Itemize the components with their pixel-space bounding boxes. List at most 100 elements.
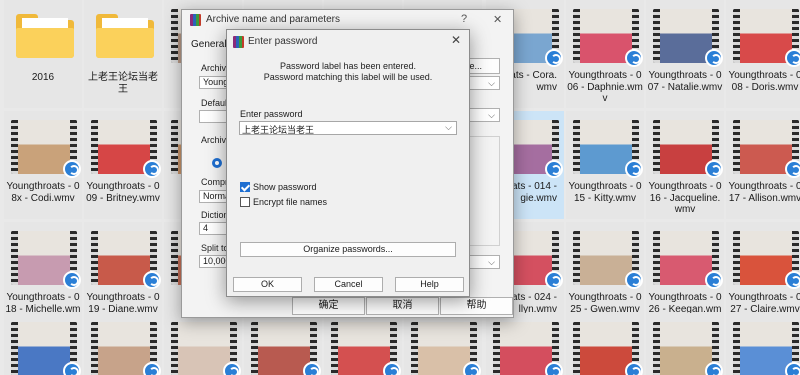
split-label: Split to [201,243,229,253]
film-strip-left [573,231,580,285]
film-strip-left [573,120,580,174]
film-strip-left [653,322,660,375]
file-item[interactable]: Youngthroats - 015 - Kitty.wmv [566,111,644,219]
default-profile-field[interactable] [199,110,229,123]
ok-button[interactable]: 确定 [292,297,365,315]
winrar-icon [233,36,244,48]
media-player-icon [223,362,241,375]
media-player-icon [545,271,563,289]
ok-button[interactable]: OK [233,277,302,292]
media-player-icon [705,362,723,375]
cancel-button[interactable]: 取消 [366,297,439,315]
film-strip-left [573,9,580,63]
help-icon[interactable]: ? [461,13,467,25]
thumbnail-image [580,120,632,174]
password-input[interactable]: 上老王论坛当老王 ⌵ [239,121,457,135]
chevron-down-icon: ⌵ [488,78,495,88]
show-password-option[interactable]: Show password [240,181,317,193]
thumbnail-image [98,120,150,174]
tab-general[interactable]: General [191,39,227,50]
film-strip-left [653,120,660,174]
thumbnail-image [740,322,792,375]
close-icon[interactable]: ✕ [493,13,502,26]
media-player-icon [143,362,161,375]
file-item[interactable] [324,313,402,375]
thumbnail-image [178,322,230,375]
media-player-icon [705,49,723,67]
archive-dialog-title: Archive name and parameters [206,14,340,25]
file-name: Youngthroats - 009 - Britney.wmv [86,181,160,204]
file-item[interactable] [164,313,242,375]
media-player-icon [625,271,643,289]
file-item[interactable] [4,313,82,375]
media-player-icon [143,160,161,178]
organize-passwords-button[interactable]: Organize passwords... [240,242,456,257]
media-player-icon [545,49,563,67]
media-player-icon [463,362,481,375]
thumbnail-image [258,322,310,375]
thumbnail-image [98,231,150,285]
thumbnail-image [580,9,632,63]
file-item[interactable] [566,313,644,375]
chevron-down-icon[interactable]: ⌵ [445,122,452,133]
compression-select[interactable]: Norma [199,190,229,203]
thumbnail-image [660,9,712,63]
file-item[interactable] [84,313,162,375]
thumbnail-image [740,9,792,63]
media-player-icon [143,271,161,289]
folder-item[interactable]: 2016 [4,0,82,108]
file-name: Youngthroats - 017 - Allison.wmv [728,181,800,204]
film-strip-left [653,9,660,63]
film-strip-left [91,120,98,174]
thumbnail-image [418,322,470,375]
split-volumes-field[interactable]: 10,000 [199,255,229,268]
film-strip-left [653,231,660,285]
file-item[interactable]: Youngthroats - 006 - Daphnie.wmv [566,0,644,108]
media-player-icon [63,271,81,289]
file-item[interactable] [486,313,564,375]
file-item[interactable]: Youngthroats - 016 - Jacqueline.wmv [646,111,724,219]
file-name: Youngthroats - 027 - Claire.wmv [728,292,800,315]
file-name: Youngthroats - 016 - Jacqueline.wmv [648,181,722,215]
archive-format-radio[interactable] [212,158,222,168]
file-item[interactable] [646,313,724,375]
media-player-icon [625,362,643,375]
film-strip-left [91,322,98,375]
film-strip-left [733,231,740,285]
archive-dialog-titlebar: Archive name and parameters ? ✕ [182,10,513,30]
help-button[interactable]: Help [395,277,464,292]
help-button[interactable]: 帮助 [440,297,513,315]
show-password-label: Show password [253,182,317,192]
file-item[interactable]: Youngthroats - 009 - Britney.wmv [84,111,162,219]
media-player-icon [545,362,563,375]
password-value: 上老王论坛当老王 [242,125,315,135]
film-strip-left [11,322,18,375]
thumbnail-image [98,322,150,375]
enter-password-dialog: Enter password ✕ Password label has been… [226,29,470,297]
film-strip-left [91,231,98,285]
film-strip-left [171,9,178,63]
encrypt-names-option[interactable]: Encrypt file names [240,196,327,208]
file-item[interactable]: Youngthroats - 08x - Codi.wmv [4,111,82,219]
cancel-button[interactable]: Cancel [314,277,383,292]
close-icon[interactable]: ✕ [451,33,461,47]
show-password-checkbox[interactable] [240,182,250,192]
file-item[interactable] [404,313,482,375]
media-player-icon [303,362,321,375]
file-name: Youngthroats - 008 - Doris.wmv [728,70,800,93]
encrypt-names-checkbox[interactable] [240,197,250,207]
file-item[interactable] [726,313,800,375]
film-strip-left [493,322,500,375]
password-dialog-titlebar: Enter password ✕ [227,30,469,52]
media-player-icon [625,160,643,178]
file-item[interactable] [244,313,322,375]
thumbnail-image [18,120,70,174]
folder-item[interactable]: 上老王论坛当老王 [84,0,162,108]
film-strip-left [171,120,178,174]
file-item[interactable]: Youngthroats - 008 - Doris.wmv [726,0,800,108]
film-strip-left [573,322,580,375]
archive-name-field[interactable]: Young [199,76,229,89]
file-item[interactable]: Youngthroats - 017 - Allison.wmv [726,111,800,219]
dictionary-select[interactable]: 4 [199,222,229,235]
file-item[interactable]: Youngthroats - 007 - Natalie.wmv [646,0,724,108]
